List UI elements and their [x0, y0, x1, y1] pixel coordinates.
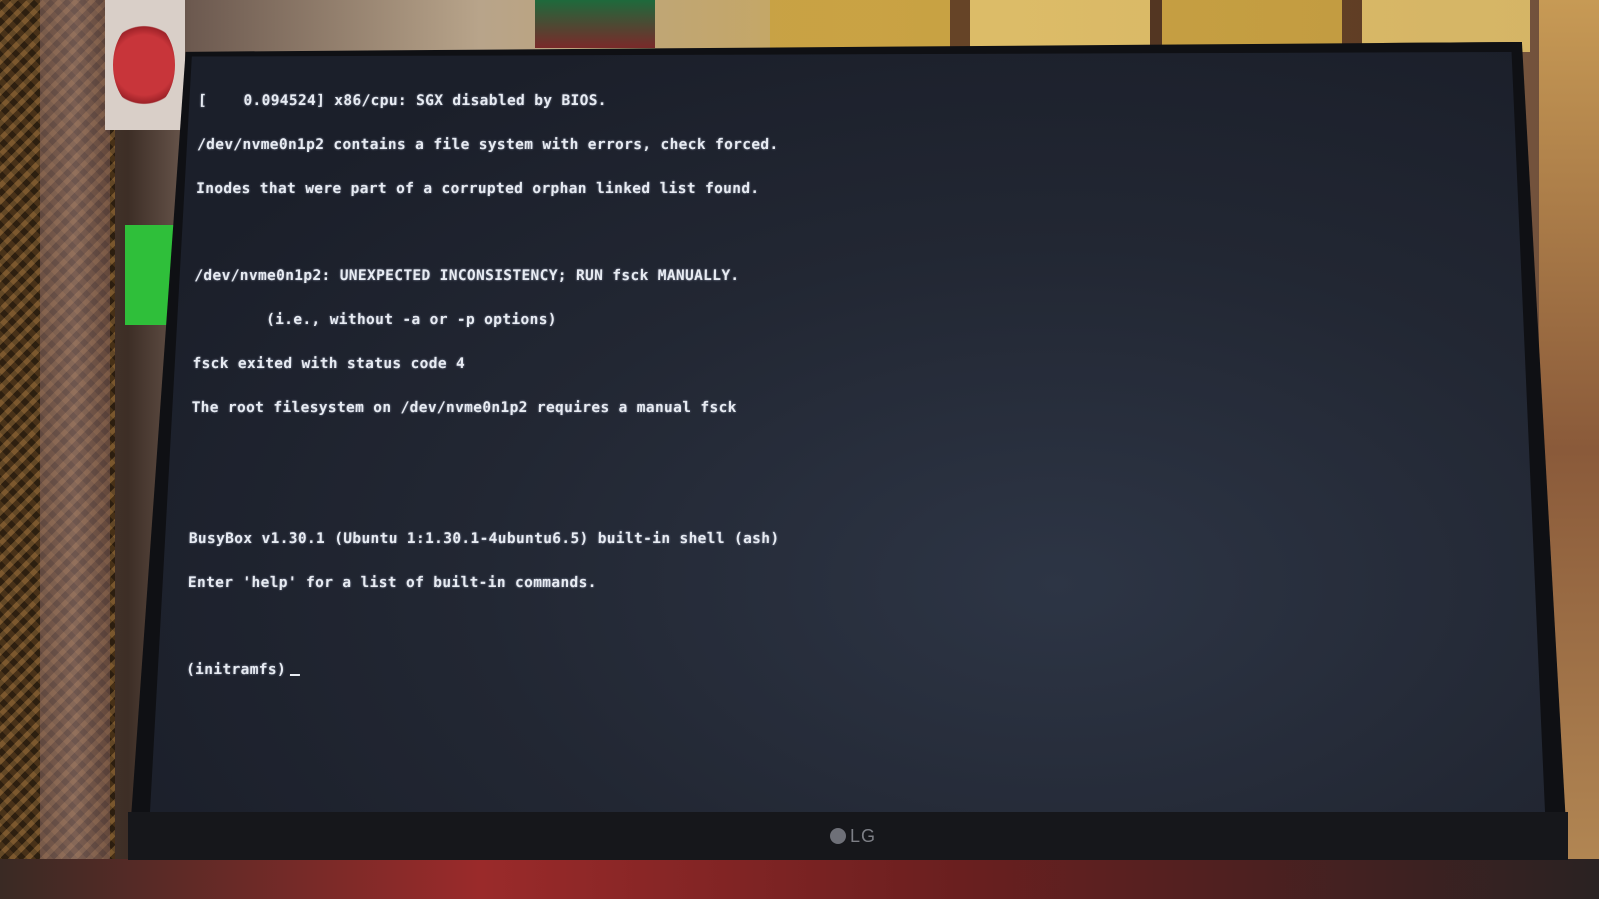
- terminal-line: Inodes that were part of a corrupted orp…: [195, 179, 760, 197]
- photo-scene: [ 0.094524] x86/cpu: SGX disabled by BIO…: [0, 0, 1599, 899]
- terminal-line: /dev/nvme0n1p2 contains a file system wi…: [196, 135, 779, 153]
- background-pillar: [40, 0, 110, 899]
- shell-prompt: (initramfs): [185, 661, 287, 679]
- shell-prompt-line[interactable]: (initramfs): [185, 661, 777, 679]
- terminal-line: /dev/nvme0n1p2: UNEXPECTED INCONSISTENCY…: [194, 267, 740, 285]
- brand-logo-icon: [829, 828, 846, 844]
- background-sign: [535, 0, 655, 48]
- terminal-line: Enter 'help' for a list of built-in comm…: [187, 573, 597, 591]
- poster-seal: [113, 20, 175, 110]
- terminal-line: The root filesystem on /dev/nvme0n1p2 re…: [191, 398, 737, 416]
- terminal-line: fsck exited with status code 4: [192, 354, 466, 372]
- background-floor: [0, 859, 1599, 899]
- terminal-line: (i.e., without -a or -p options): [193, 311, 558, 329]
- terminal-line: [ 0.094524] x86/cpu: SGX disabled by BIO…: [197, 92, 608, 110]
- brand-name: LG: [849, 825, 876, 846]
- monitor-chin: LG: [128, 812, 1568, 860]
- terminal-console[interactable]: [ 0.094524] x86/cpu: SGX disabled by BIO…: [185, 65, 789, 707]
- monitor-screen[interactable]: [ 0.094524] x86/cpu: SGX disabled by BIO…: [150, 52, 1545, 812]
- terminal-line: BusyBox v1.30.1 (Ubuntu 1:1.30.1-4ubuntu…: [188, 530, 780, 547]
- brand-logo: LG: [829, 825, 876, 847]
- text-cursor: [289, 674, 300, 677]
